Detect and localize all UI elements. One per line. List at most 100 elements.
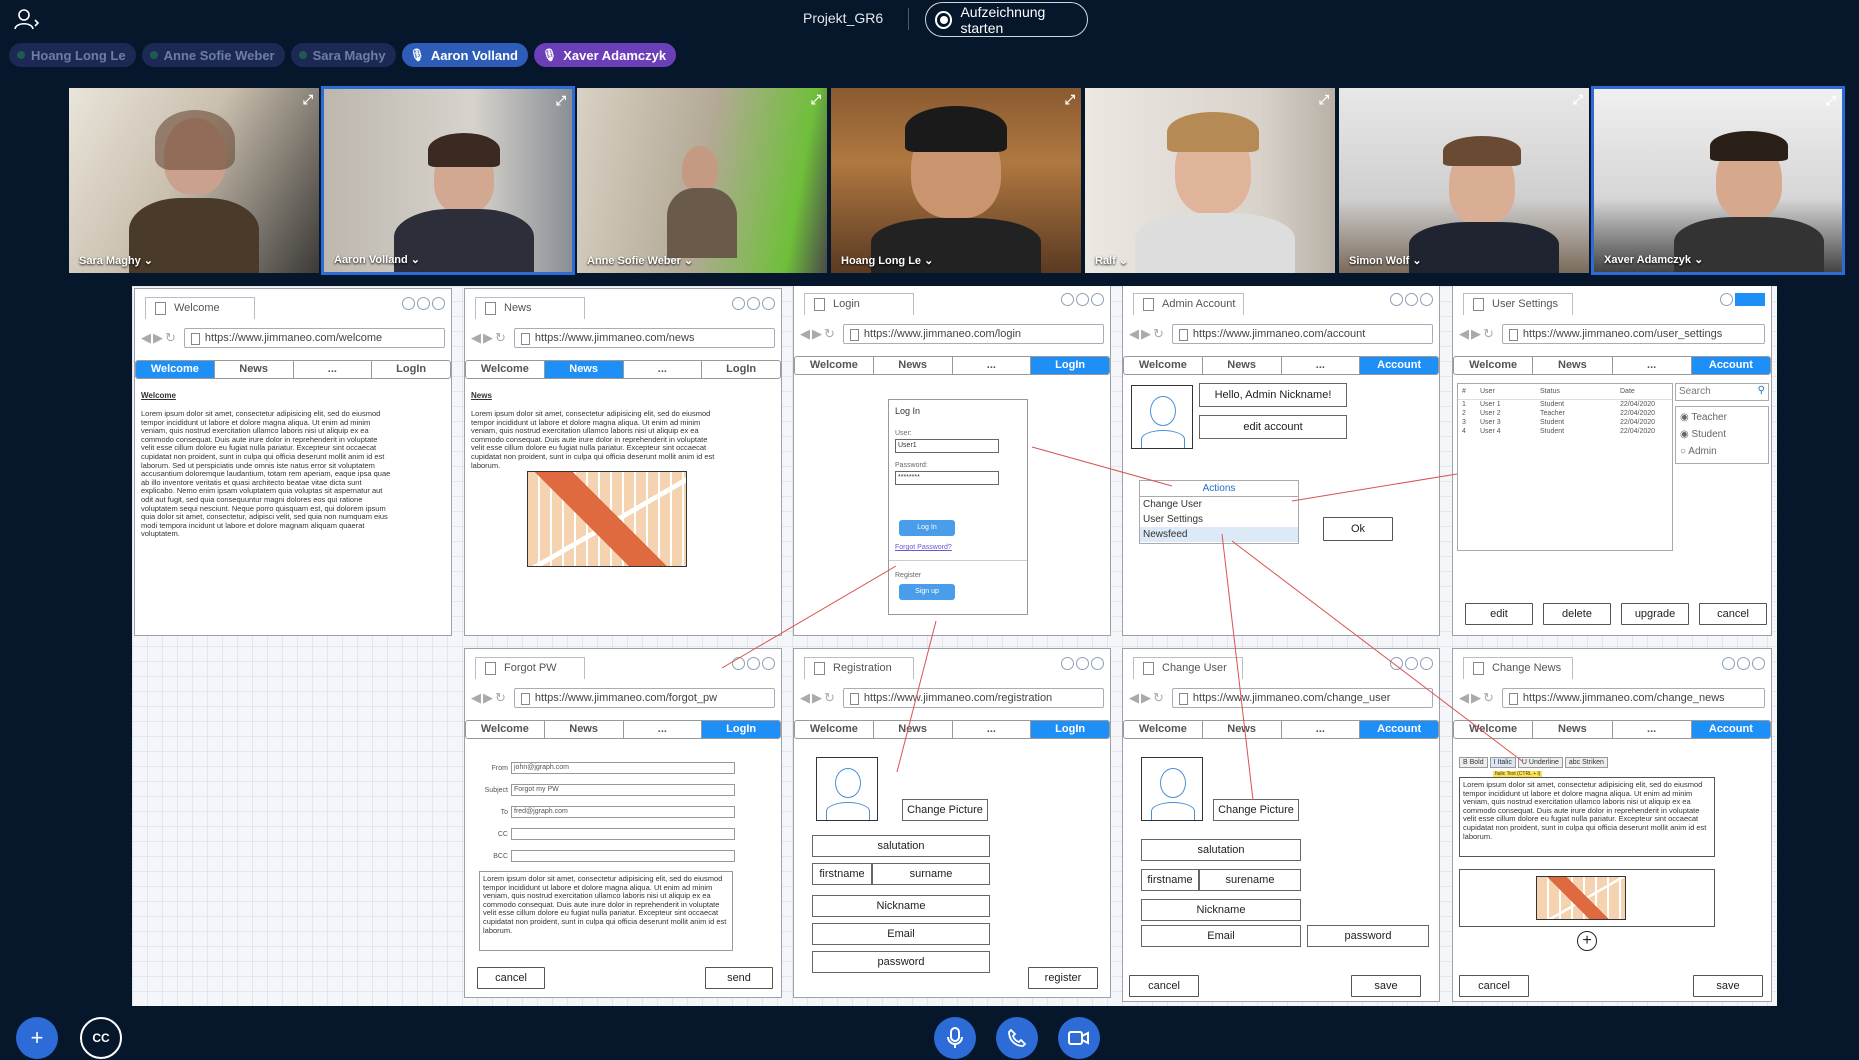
browser-tab: Admin Account (1133, 293, 1245, 315)
users-table: # User Status Date 1 User 1 Student 22/04/2… (1457, 383, 1673, 551)
participant-hair (1443, 136, 1521, 166)
speaker-chip[interactable]: Hoang Long Le (9, 43, 136, 67)
video-tile[interactable]: ⤢ Xaver Adamczyk ⌄ (1591, 86, 1845, 275)
news-editor: Lorem ipsum dolor sit amet, consectetur … (1459, 777, 1715, 857)
video-tile[interactable]: ⤢ Sara Maghy ⌄ (67, 86, 321, 275)
radio-student: ◉ Student (1680, 429, 1726, 440)
speaker-chip[interactable]: 🎙 Aaron Volland (401, 43, 528, 67)
site-navbar: Welcome News ... Account (1123, 720, 1439, 739)
fullscreen-icon[interactable]: ⤢ (303, 92, 313, 108)
url-row: ◀▶↻ https://www.jimmaneo.com/forgot_pw (471, 687, 775, 709)
speaker-name: Sara Maghy (312, 47, 386, 63)
window-controls (1390, 293, 1433, 306)
speaker-chip[interactable]: 🎙 Xaver Adamczyk (534, 43, 677, 67)
nav-more: ... (953, 721, 1032, 738)
fullscreen-icon[interactable]: ⤢ (1826, 93, 1836, 109)
nav-news: News (544, 361, 624, 378)
record-icon (935, 10, 953, 29)
video-tile[interactable]: ⤢ Aaron Volland ⌄ (321, 86, 575, 275)
nav-more: ... (1613, 357, 1692, 374)
url-row: ◀▶↻ https://www.jimmaneo.com/change_news (1459, 687, 1765, 709)
password-field: password (812, 951, 990, 973)
fullscreen-icon[interactable]: ⤢ (1573, 92, 1583, 108)
participant-name[interactable]: Simon Wolf ⌄ (1349, 254, 1422, 267)
actions-item: Change User (1143, 499, 1202, 510)
fullscreen-icon[interactable]: ⤢ (1065, 92, 1075, 108)
url-field: https://www.jimmaneo.com/account (1171, 324, 1433, 344)
camera-button[interactable] (1058, 1017, 1100, 1059)
participant-name[interactable]: Anne Sofie Weber ⌄ (587, 254, 693, 267)
speaker-chip[interactable]: Sara Maghy (290, 43, 396, 67)
nav-login: LogIn (396, 363, 427, 375)
form-row: Subject Forgot my PW (475, 779, 735, 801)
phone-icon (1008, 1028, 1027, 1047)
participant-name[interactable]: Ralf ⌄ (1095, 254, 1128, 267)
fullscreen-icon[interactable]: ⤢ (811, 92, 821, 108)
firstname-field: firstname (812, 863, 872, 885)
video-tile[interactable]: ⤢ Simon Wolf ⌄ (1337, 86, 1591, 275)
url-row: ◀▶↻ https://www.jimmaneo.com/welcome (141, 327, 445, 349)
map-image (527, 471, 687, 567)
fullscreen-icon[interactable]: ⤢ (1319, 92, 1329, 108)
browser-nav-icon: ◀▶↻ (800, 326, 837, 341)
surname-field: surname (872, 863, 990, 885)
body-text: Lorem ipsum dolor sit amet, consectetur … (471, 409, 715, 470)
speaker-chip[interactable]: Anne Sofie Weber (141, 43, 285, 67)
microphone-button[interactable] (934, 1017, 976, 1059)
nav-more: ... (294, 361, 373, 378)
video-tile[interactable]: ⤢ Ralf ⌄ (1083, 86, 1337, 275)
nav-login: LogIn (726, 363, 757, 375)
browser-tabbar: Change User (1123, 649, 1439, 679)
nav-welcome: Welcome (1124, 721, 1203, 738)
browser-nav-icon: ◀▶↻ (1459, 690, 1496, 705)
window-controls (1061, 657, 1104, 670)
url-field: https://www.jimmaneo.com/user_settings (1501, 324, 1765, 344)
nav-news: News (1203, 721, 1282, 738)
nav-account: Account (1360, 721, 1438, 738)
save-button: save (1351, 975, 1421, 997)
actions-plus-button[interactable]: + (16, 1017, 58, 1059)
form-row: To fred@jgraph.com (475, 801, 735, 823)
wireframe-user-settings: User Settings ◀▶↻ https://www.jimmaneo.co… (1452, 286, 1772, 636)
browser-tabbar: Welcome (135, 289, 451, 319)
site-navbar: Welcome News ... Account (1453, 356, 1771, 375)
closed-captions-button[interactable]: CC (80, 1017, 122, 1059)
user-list-toggle-icon[interactable] (14, 8, 42, 30)
cell: 3 (1462, 419, 1466, 426)
participant-name[interactable]: Sara Maghy ⌄ (79, 254, 153, 267)
participant-name[interactable]: Aaron Volland ⌄ (334, 253, 420, 266)
bold-tool: B Bold (1459, 757, 1488, 768)
nav-welcome: Welcome (1454, 357, 1534, 374)
participant-face (682, 146, 718, 192)
wireframe-change-user: Change User ◀▶↻ https://www.jimmaneo.com/… (1122, 648, 1440, 1002)
participant-name[interactable]: Xaver Adamczyk ⌄ (1604, 253, 1703, 266)
start-recording-label: Aufzeichnung starten (960, 3, 1046, 36)
nickname-field: Nickname (812, 895, 990, 917)
url-field: https://www.jimmaneo.com/login (842, 324, 1104, 344)
video-tile[interactable]: ⤢ Anne Sofie Weber ⌄ (575, 86, 829, 275)
video-tile[interactable]: ⤢ Hoang Long Le ⌄ (829, 86, 1083, 275)
email-field: Email (812, 923, 990, 945)
cc-icon: CC (92, 1031, 110, 1045)
speaker-name: Xaver Adamczyk (563, 47, 667, 63)
cell: Student (1540, 419, 1565, 426)
search-icon: ⚲ (1757, 385, 1765, 396)
register-button: register (1028, 967, 1098, 989)
fullscreen-icon[interactable]: ⤢ (556, 93, 566, 109)
nav-welcome: Welcome (466, 361, 545, 378)
plus-icon: + (30, 1025, 44, 1050)
map-image (1536, 876, 1626, 920)
url-field: https://www.jimmaneo.com/welcome (183, 328, 445, 348)
table-row: 2 User 2 Teacher 22/04/2020 (1458, 409, 1672, 418)
leave-audio-button[interactable] (996, 1017, 1038, 1059)
field-label: To (500, 808, 508, 816)
radio-teacher: ◉ Teacher (1680, 412, 1727, 423)
top-bar: Projekt_GR6 Aufzeichnung starten Hoang L… (0, 0, 1859, 90)
start-recording-button[interactable]: Aufzeichnung starten (925, 2, 1088, 37)
browser-tab: Change User (1133, 657, 1243, 679)
participant-name[interactable]: Hoang Long Le ⌄ (841, 254, 933, 267)
field-label: From (491, 764, 508, 772)
firstname-field: firstname (1141, 869, 1199, 891)
shared-screen-whiteboard: Welcome ◀▶↻ https://www.jimmaneo.com/welc… (132, 286, 1777, 1006)
delete-button: delete (1543, 603, 1611, 625)
